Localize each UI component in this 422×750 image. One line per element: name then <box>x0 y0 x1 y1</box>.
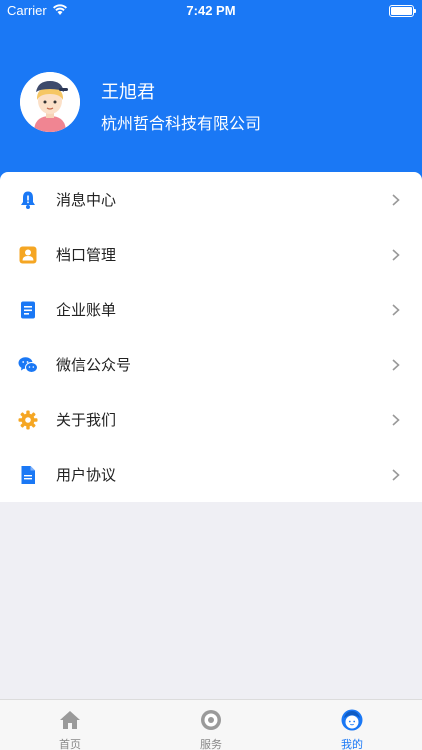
person-card-icon <box>19 246 37 264</box>
document-icon <box>21 301 35 319</box>
file-icon <box>21 466 35 484</box>
clock: 7:42 PM <box>186 3 236 18</box>
service-icon <box>201 710 221 730</box>
menu-item-wechat-official[interactable]: 微信公众号 <box>0 337 422 392</box>
tab-home[interactable]: 首页 <box>0 700 140 750</box>
menu-item-messages[interactable]: 消息中心 <box>0 172 422 227</box>
home-icon <box>60 711 80 729</box>
tab-service[interactable]: 服务 <box>141 700 281 750</box>
chevron-right-icon <box>392 194 400 206</box>
chevron-right-icon <box>392 359 400 371</box>
menu-list: 消息中心 档口管理 企业账单 微信公众号 关于我们 用户协议 <box>0 172 422 502</box>
profile-header: Carrier 7:42 PM 王旭君 杭州哲合科技有限公司 <box>0 0 422 200</box>
company-name: 杭州哲合科技有限公司 <box>101 114 262 133</box>
menu-item-about-us[interactable]: 关于我们 <box>0 392 422 447</box>
wechat-icon <box>18 357 38 373</box>
menu-item-label: 企业账单 <box>56 301 117 319</box>
menu-item-label: 关于我们 <box>56 411 117 429</box>
menu-item-label: 微信公众号 <box>56 356 132 374</box>
menu-item-user-agreement[interactable]: 用户协议 <box>0 447 422 502</box>
tab-label: 服务 <box>200 738 222 750</box>
profile-face-icon <box>341 709 363 731</box>
chevron-right-icon <box>392 304 400 316</box>
tab-label: 我的 <box>341 738 363 750</box>
avatar-illustration <box>20 72 80 132</box>
menu-item-label: 消息中心 <box>56 191 117 209</box>
chevron-right-icon <box>392 414 400 426</box>
menu-item-stall-management[interactable]: 档口管理 <box>0 227 422 282</box>
status-bar: Carrier 7:42 PM <box>0 0 422 22</box>
chevron-right-icon <box>392 469 400 481</box>
tab-mine[interactable]: 我的 <box>282 700 422 750</box>
gear-icon <box>18 410 38 430</box>
menu-item-label: 档口管理 <box>56 246 117 264</box>
menu-item-company-bill[interactable]: 企业账单 <box>0 282 422 337</box>
menu-item-label: 用户协议 <box>56 466 117 484</box>
tab-bar: 首页 服务 我的 <box>0 699 422 750</box>
avatar[interactable] <box>20 72 80 132</box>
chevron-right-icon <box>392 249 400 261</box>
battery-icon <box>389 5 416 17</box>
user-name: 王旭君 <box>101 82 155 103</box>
tab-label: 首页 <box>59 738 81 750</box>
bell-icon <box>21 191 35 209</box>
